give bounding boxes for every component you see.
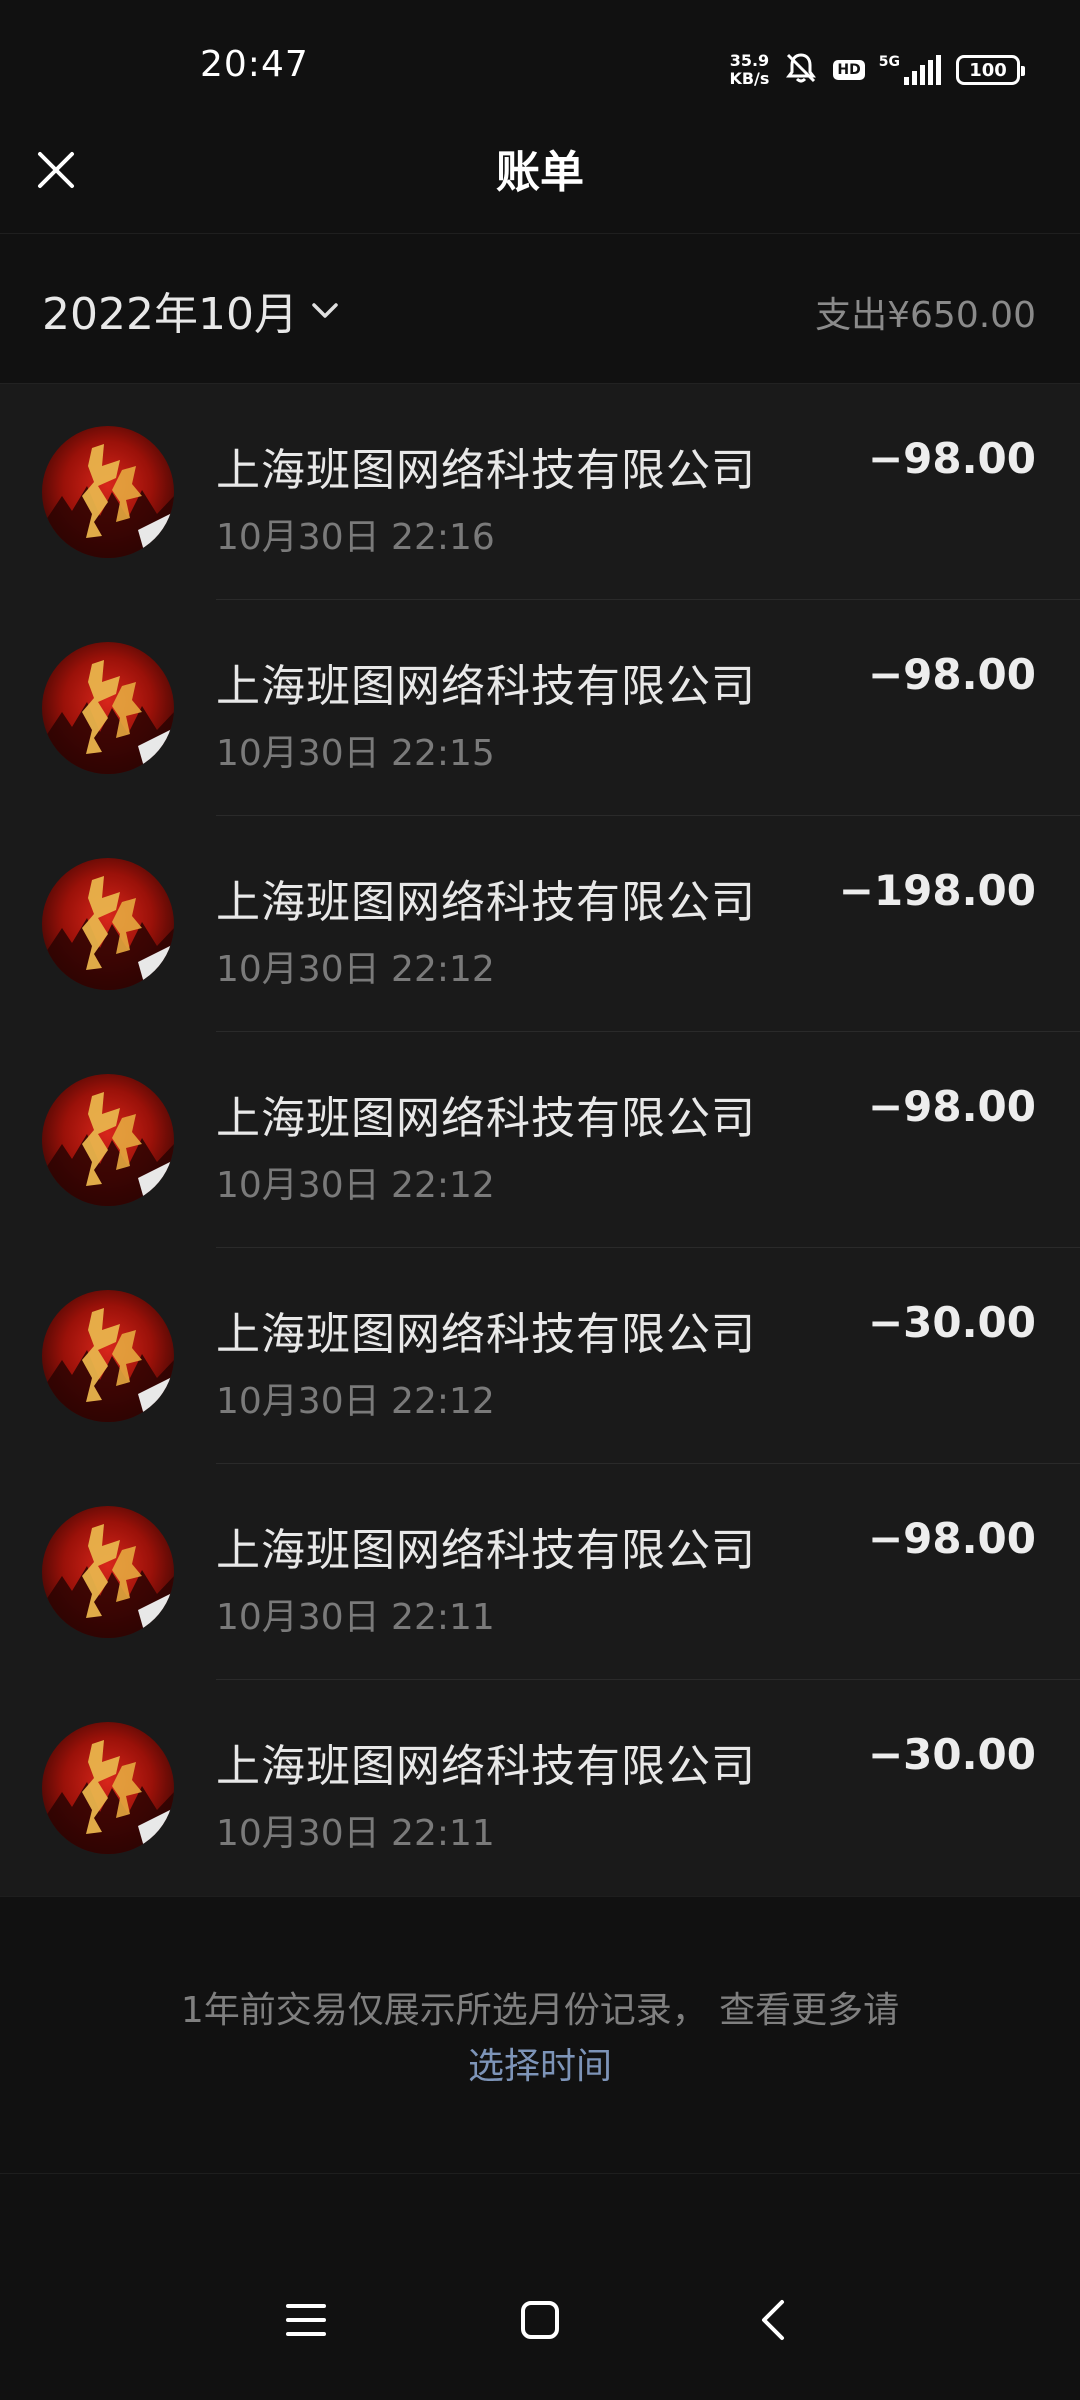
transaction-time: 10月30日 22:16 — [216, 517, 495, 558]
top-app-bar: 账单 — [0, 110, 1080, 234]
transaction-time: 10月30日 22:15 — [216, 733, 495, 774]
transaction-amount: −98.00 — [867, 434, 1036, 483]
total-spend: 支出¥650.00 — [815, 295, 1036, 336]
transaction-row[interactable]: 上海班图网络科技有限公司 10月30日 22:15 −98.00 — [0, 600, 1080, 816]
transaction-row[interactable]: 上海班图网络科技有限公司 10月30日 22:16 −98.00 — [0, 384, 1080, 600]
transaction-time: 10月30日 22:11 — [216, 1813, 495, 1854]
transaction-time: 10月30日 22:12 — [216, 1381, 495, 1422]
transaction-row[interactable]: 上海班图网络科技有限公司 10月30日 22:12 −30.00 — [0, 1248, 1080, 1464]
menu-icon — [286, 2304, 326, 2336]
history-notice-text: 1年前交易仅展示所选月份记录， 查看更多请 — [180, 1990, 900, 2031]
menu-button[interactable] — [266, 2280, 346, 2360]
back-icon — [762, 2300, 784, 2340]
merchant-name: 上海班图网络科技有限公司 — [216, 877, 756, 928]
network-type: 5G — [878, 54, 900, 70]
merchant-avatar — [42, 1290, 174, 1422]
battery-level: 100 — [969, 59, 1007, 81]
transaction-time: 10月30日 22:12 — [216, 1165, 495, 1206]
signal-indicator: 5G — [879, 55, 942, 85]
transaction-time: 10月30日 22:11 — [216, 1597, 495, 1638]
transaction-amount: −198.00 — [838, 866, 1036, 915]
history-notice: 1年前交易仅展示所选月份记录， 查看更多请 选择时间 — [0, 1896, 1080, 2174]
bell-muted-icon — [783, 50, 819, 90]
select-time-link[interactable]: 选择时间 — [0, 2037, 1080, 2089]
chevron-down-icon — [312, 303, 338, 318]
transaction-row[interactable]: 上海班图网络科技有限公司 10月30日 22:11 −30.00 — [0, 1680, 1080, 1896]
merchant-name: 上海班图网络科技有限公司 — [216, 1093, 756, 1144]
transaction-amount: −98.00 — [867, 1514, 1036, 1563]
network-speed-value: 35.9 — [729, 51, 770, 70]
merchant-name: 上海班图网络科技有限公司 — [216, 1525, 756, 1576]
merchant-name: 上海班图网络科技有限公司 — [216, 1741, 756, 1792]
month-label: 2022年10月 — [42, 289, 298, 340]
home-icon — [521, 2301, 559, 2339]
merchant-avatar — [42, 858, 174, 990]
transaction-row[interactable]: 上海班图网络科技有限公司 10月30日 22:12 −198.00 — [0, 816, 1080, 1032]
merchant-avatar — [42, 1722, 174, 1854]
merchant-name: 上海班图网络科技有限公司 — [216, 445, 756, 496]
signal-bars-icon — [904, 55, 941, 85]
transaction-time: 10月30日 22:12 — [216, 949, 495, 990]
network-speed: 35.9 KB/s — [729, 52, 769, 88]
transaction-row[interactable]: 上海班图网络科技有限公司 10月30日 22:12 −98.00 — [0, 1032, 1080, 1248]
month-picker[interactable]: 2022年10月 — [42, 278, 342, 342]
hd-badge: HD — [833, 60, 865, 80]
system-nav-bar — [0, 2174, 1080, 2400]
status-icons: 35.9 KB/s HD 5G 100 — [729, 48, 1025, 92]
merchant-avatar — [42, 1506, 174, 1638]
transaction-list: 上海班图网络科技有限公司 10月30日 22:16 −98.00 上海班图网络科… — [0, 384, 1080, 1896]
network-speed-unit: KB/s — [729, 69, 770, 88]
transaction-amount: −98.00 — [867, 1082, 1036, 1131]
merchant-avatar — [42, 426, 174, 558]
merchant-name: 上海班图网络科技有限公司 — [216, 661, 756, 712]
page-title: 账单 — [496, 147, 584, 198]
back-button[interactable] — [734, 2280, 814, 2360]
month-filter-bar: 2022年10月 支出¥650.00 — [0, 234, 1080, 384]
transaction-row[interactable]: 上海班图网络科技有限公司 10月30日 22:11 −98.00 — [0, 1464, 1080, 1680]
transaction-amount: −98.00 — [867, 650, 1036, 699]
battery-icon: 100 — [956, 55, 1025, 85]
merchant-avatar — [42, 1074, 174, 1206]
merchant-avatar — [42, 642, 174, 774]
transaction-amount: −30.00 — [867, 1298, 1036, 1347]
transaction-amount: −30.00 — [867, 1730, 1036, 1779]
merchant-name: 上海班图网络科技有限公司 — [216, 1309, 756, 1360]
home-button[interactable] — [500, 2280, 580, 2360]
status-time: 20:47 — [200, 44, 309, 85]
